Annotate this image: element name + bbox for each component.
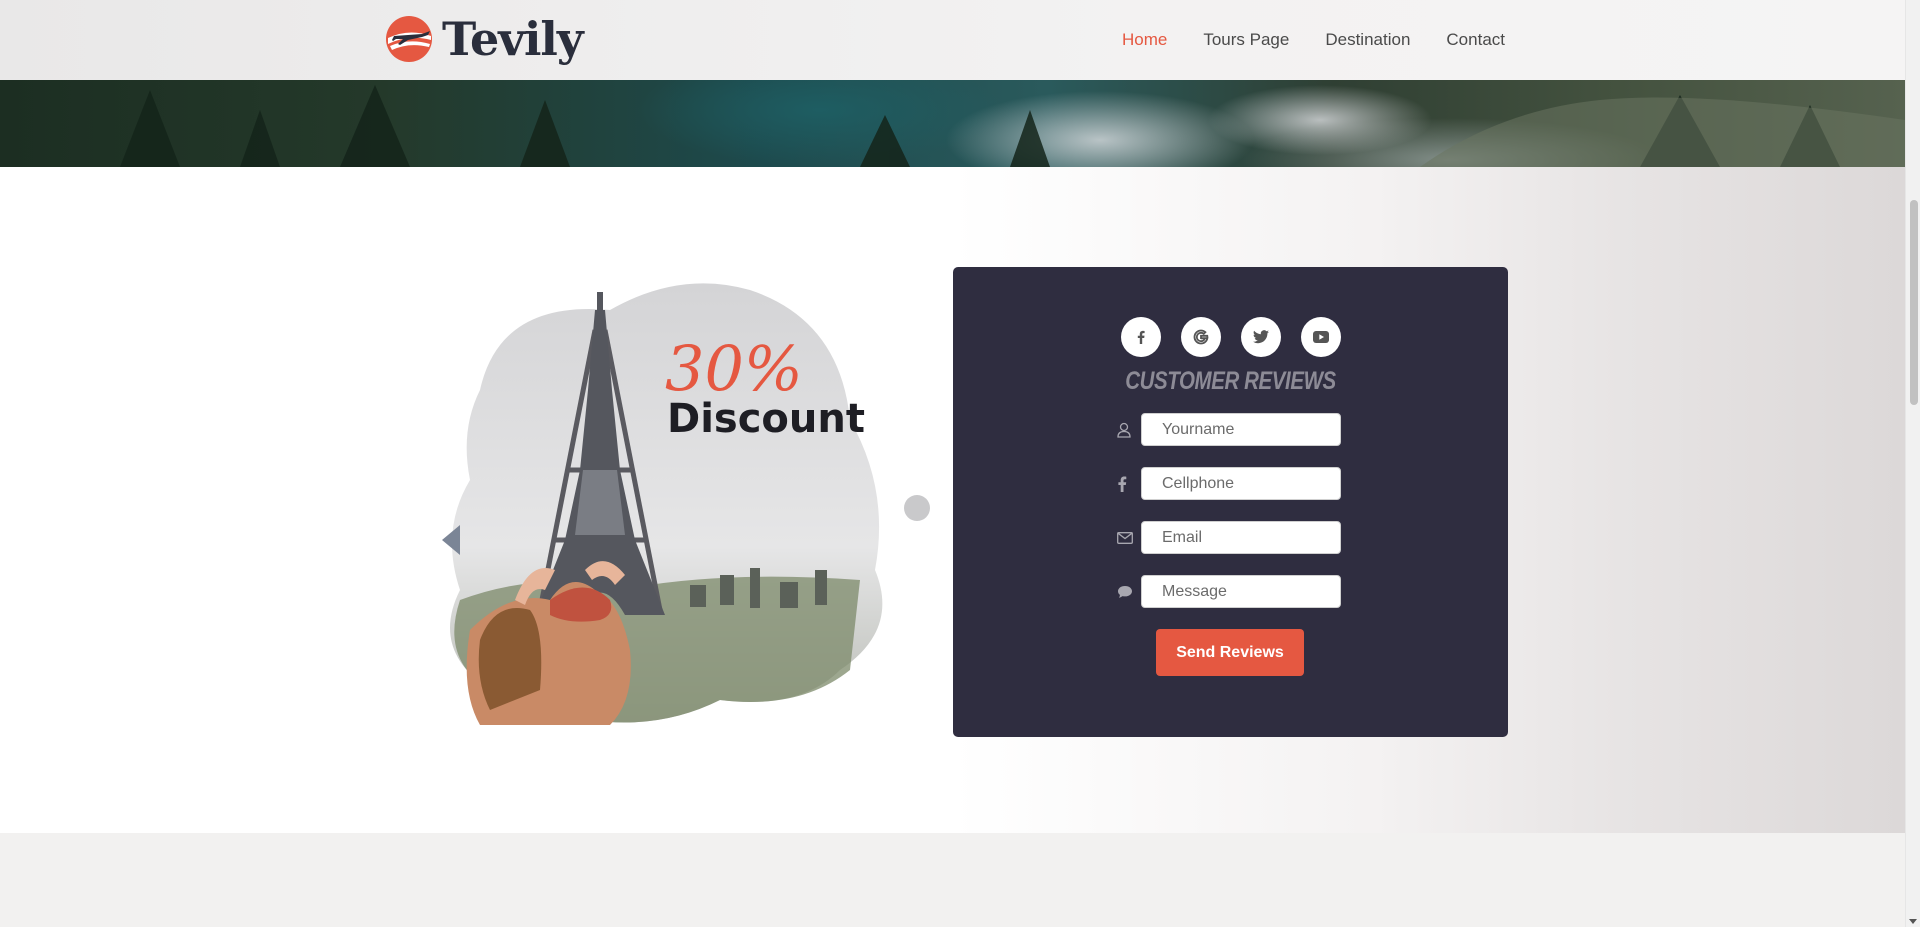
name-input[interactable]: [1141, 413, 1341, 446]
plane-logo-icon: [384, 14, 434, 64]
twitter-icon[interactable]: [1240, 317, 1281, 357]
discount-label: Discount: [667, 396, 865, 442]
discount-promo-image: 30% Discount: [420, 270, 940, 740]
social-links: [953, 317, 1508, 357]
google-icon[interactable]: [1180, 317, 1221, 357]
hero-banner-image: [0, 80, 1905, 167]
comment-icon: [1117, 582, 1141, 602]
facebook-icon[interactable]: [1120, 317, 1161, 357]
nav-home[interactable]: Home: [1122, 30, 1167, 50]
nav-tours-page[interactable]: Tours Page: [1203, 30, 1289, 50]
logo[interactable]: Tevily: [384, 12, 584, 66]
message-input[interactable]: [1141, 575, 1341, 608]
send-reviews-button[interactable]: Send Reviews: [1156, 629, 1304, 676]
envelope-icon: [1117, 528, 1141, 548]
name-row: [1117, 413, 1341, 446]
scrollbar-thumb[interactable]: [1910, 200, 1918, 405]
email-input[interactable]: [1141, 521, 1341, 554]
message-row: [1117, 575, 1341, 608]
cellphone-input[interactable]: [1141, 467, 1341, 500]
customer-reviews-title: CUSTOMER REVIEWS: [1125, 367, 1336, 395]
nav-contact[interactable]: Contact: [1446, 30, 1505, 50]
phone-row: [1117, 467, 1341, 500]
main-nav: Home Tours Page Destination Contact: [1086, 0, 1505, 80]
nav-destination[interactable]: Destination: [1325, 30, 1410, 50]
facebook-icon: [1117, 474, 1141, 494]
page-scrollbar[interactable]: [1905, 0, 1920, 927]
site-header: Tevily Home Tours Page Destination Conta…: [0, 0, 1905, 80]
user-icon: [1117, 420, 1141, 440]
next-section: [0, 833, 1905, 927]
discount-percent: 30%: [665, 332, 803, 405]
email-row: [1117, 521, 1341, 554]
brand-name: Tevily: [442, 12, 584, 66]
youtube-icon[interactable]: [1300, 317, 1341, 357]
scroll-down-arrow-icon[interactable]: [1909, 919, 1917, 924]
